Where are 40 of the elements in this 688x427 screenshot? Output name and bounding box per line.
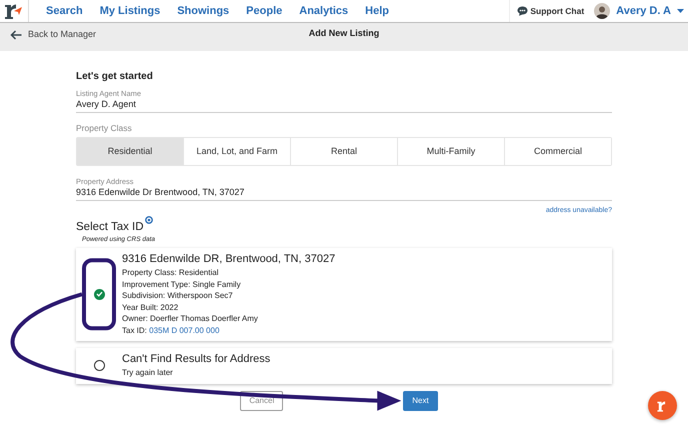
logo-icon[interactable] xyxy=(3,2,23,20)
back-link[interactable]: Back to Manager xyxy=(10,28,96,42)
text-field[interactable]: 9316 Edenwilde Dr Brentwood, TN, 37027 xyxy=(76,186,612,201)
result-title: Can't Find Results for Address xyxy=(122,352,270,366)
nav-link[interactable]: Help xyxy=(365,2,390,20)
radio-button[interactable] xyxy=(94,360,104,371)
avatar-icon[interactable] xyxy=(594,3,610,19)
badge-icon xyxy=(144,216,153,224)
result-card[interactable]: Can't Find Results for Address Try again later xyxy=(76,348,612,384)
result-detail: Year Built: 2022 xyxy=(122,302,180,314)
segment-tab[interactable]: Residential xyxy=(77,138,183,165)
caret-icon[interactable] xyxy=(677,9,684,13)
nav-link[interactable]: Showings xyxy=(177,2,230,20)
support-chat-link[interactable]: Support Chat xyxy=(517,4,584,18)
field-label: Property Class xyxy=(76,122,133,135)
tax-id-label: Tax ID: xyxy=(122,326,148,335)
chat-icon xyxy=(517,6,528,16)
section-heading: Let's get started xyxy=(76,70,154,84)
nav-link[interactable]: People xyxy=(246,2,282,20)
help-chat-button[interactable] xyxy=(648,391,677,420)
section-heading: Select Tax ID xyxy=(76,220,144,236)
text-field[interactable]: Avery D. Agent xyxy=(76,98,612,113)
back-arrow-icon xyxy=(10,30,22,40)
user-menu[interactable]: Avery D. A xyxy=(616,2,671,20)
segment-tab[interactable]: Commercial xyxy=(504,138,611,165)
result-card[interactable] xyxy=(76,248,612,342)
page-title: Add New Listing xyxy=(308,27,380,40)
nav-link[interactable]: My Listings xyxy=(100,2,160,20)
result-detail: Property Class: Residential xyxy=(122,267,220,279)
nav-link[interactable]: Search xyxy=(46,2,83,20)
result-detail: Try again later xyxy=(122,367,174,379)
result-detail: Subdivision: Witherspoon Sec7 xyxy=(122,290,234,302)
result-detail: Owner: Doerfler Thomas Doerfler Amy xyxy=(122,313,259,325)
result-detail: Improvement Type: Single Family xyxy=(122,278,242,290)
check-icon xyxy=(96,291,102,298)
tax-id-link[interactable]: 035M D 007.00 000 xyxy=(149,326,220,335)
radio-button[interactable] xyxy=(94,288,104,300)
next-button[interactable]: Next xyxy=(403,390,438,411)
nav-link[interactable]: Analytics xyxy=(299,2,348,20)
result-title: 9316 Edenwilde DR, Brentwood, TN, 37027 xyxy=(122,252,336,266)
